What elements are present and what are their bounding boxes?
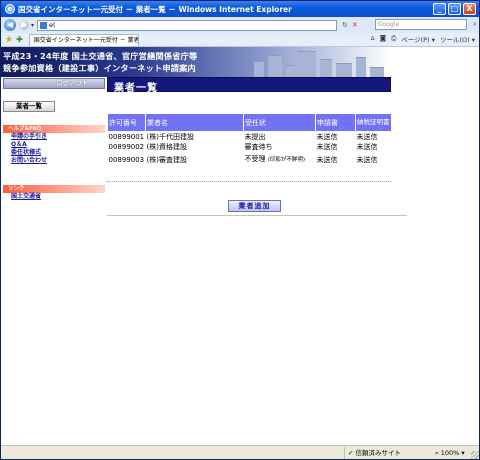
back-arrow-icon[interactable]: ◀ <box>4 19 16 31</box>
window-controls: _ □ X <box>433 3 476 15</box>
status-bar: ✔ 信頼済みサイト ⌕ 100% ▾ <box>1 445 479 459</box>
check-icon: ✔ <box>348 449 354 457</box>
table-divider <box>107 181 391 182</box>
column-header-tax: 納税証明書 <box>355 113 392 132</box>
page-menu[interactable]: ページ(P) ▾ <box>401 34 435 44</box>
stop-icon[interactable]: ✕ <box>352 21 358 29</box>
link-header: リンク <box>3 185 105 193</box>
title-bar: e 国交省インターネット一元受付 － 業者一覧 － Windows Intern… <box>1 1 479 17</box>
address-actions: ↻ ✕ <box>342 21 358 29</box>
zoom-icon: ⌕ <box>435 449 439 457</box>
application-status: 未送信 <box>316 143 338 151</box>
help-section: ヘルプ&FAQ 申請の手引き Q＆A 委任状様式 お問い合わせ <box>3 125 105 165</box>
company-name[interactable]: (株)千代田建設 <box>146 132 244 143</box>
company-name[interactable]: (株)審査建設 <box>146 152 244 168</box>
page-title-bar: 業者一覧 <box>107 77 391 94</box>
status: 未提出 <box>244 133 266 141</box>
print-icon[interactable]: ⎙ <box>391 34 396 44</box>
zoom-control[interactable]: ⌕ 100% ▾ <box>435 447 465 459</box>
permit-no: 00899002 <box>108 143 145 151</box>
forward-arrow-icon[interactable]: ▶ <box>19 20 29 30</box>
sidebar-link-contact[interactable]: お問い合わせ <box>3 157 105 165</box>
application-status: 未送信 <box>316 133 338 141</box>
tax-cert-status: 未送信 <box>356 133 378 141</box>
permit-no: 00899001 <box>108 133 145 141</box>
status-cell: 不受理 (印影が不鮮明) <box>244 152 316 168</box>
status-note: (印影が不鮮明) <box>267 157 306 163</box>
sidebar-current-section[interactable]: 業者一覧 <box>3 101 55 112</box>
ie-icon: e <box>5 4 15 14</box>
feeds-icon[interactable]: ◙ <box>380 34 386 44</box>
company-name[interactable]: (株)資格建設 <box>146 142 244 152</box>
favorites-star-icon[interactable]: ★ <box>5 35 13 45</box>
column-header-permit: 許可番号 <box>107 113 146 132</box>
column-header-company: 業者名 <box>145 113 244 132</box>
banner-line-2: 競争参加資格（建設工事）インターネット申請案内 <box>3 63 196 73</box>
column-header-status: 受任状 <box>243 113 316 132</box>
close-button[interactable]: X <box>463 3 476 15</box>
sidebar-link-guide[interactable]: 申請の手引き <box>3 133 105 141</box>
page-content: 平成23・24年度 国土交通省、官庁営繕関係省庁等 競争参加資格（建設工事）イン… <box>1 47 479 445</box>
contractor-table: 許可番号 業者名 受任状 申請書 納税証明書 00899001 (株)千代田建設… <box>107 113 392 168</box>
site-banner: 平成23・24年度 国土交通省、官庁営繕関係省庁等 競争参加資格（建設工事）イン… <box>1 47 246 77</box>
zone-label: 信頼済みサイト <box>355 449 402 457</box>
tab-current[interactable]: 国交省インターネット一元受付 － 業者一覧 <box>28 33 139 46</box>
banner-line-1: 平成23・24年度 国土交通省、官庁営繕関係省庁等 <box>3 51 198 61</box>
window-title: 国交省インターネット一元受付 － 業者一覧 － Windows Internet… <box>18 4 292 14</box>
status: 不受理 <box>244 155 266 163</box>
add-favorite-icon[interactable]: ✚ <box>16 35 23 44</box>
url-input[interactable]: e( <box>37 19 338 31</box>
table-row[interactable]: 00899001 (株)千代田建設 未提出 未送信 未送信 <box>108 132 392 143</box>
column-header-application: 申請書 <box>315 113 356 132</box>
status: 審査待ち <box>244 143 273 151</box>
tab-bar: ★ ✚ 国交省インターネット一元受付 － 業者一覧 ⌂ ◙ ⎙ ページ(P) ▾… <box>1 33 479 47</box>
logout-button[interactable]: ログアウト <box>3 78 105 89</box>
table-row[interactable]: 00899003 (株)審査建設 不受理 (印影が不鮮明) 未送信 未送信 <box>108 152 392 168</box>
tools-menu[interactable]: ツール(O) ▾ <box>440 34 475 44</box>
content-divider <box>107 215 407 216</box>
link-section: リンク 国土交通省 <box>3 185 105 201</box>
application-status: 未送信 <box>316 155 338 164</box>
address-bar: ◀ ▶ ▾ e( ↻ ✕ Google ⌕ <box>1 17 479 33</box>
tax-cert-status: 未送信 <box>356 143 378 151</box>
skyline-image <box>246 47 391 77</box>
refresh-icon[interactable]: ↻ <box>342 21 348 29</box>
table-row[interactable]: 00899002 (株)資格建設 審査待ち 未送信 未送信 <box>108 142 392 152</box>
table-header-row: 許可番号 業者名 受任状 申請書 納税証明書 <box>107 113 392 132</box>
page-title: 業者一覧 <box>114 83 158 94</box>
tax-cert-status: 未送信 <box>356 155 378 164</box>
sidebar-link-faq[interactable]: Q＆A <box>3 141 105 149</box>
search-input[interactable]: Google <box>375 19 467 30</box>
sidebar-link-mlit[interactable]: 国土交通省 <box>3 193 105 201</box>
page-icon <box>40 21 48 29</box>
search-icon[interactable]: ⌕ <box>473 20 477 29</box>
command-bar: ⌂ ◙ ⎙ ページ(P) ▾ ツール(O) ▾ <box>371 34 475 44</box>
url-text: e( <box>49 20 56 29</box>
minimize-button[interactable]: _ <box>433 3 446 15</box>
history-dropdown-icon[interactable]: ▾ <box>31 22 34 29</box>
sidebar-link-form[interactable]: 委任状様式 <box>3 149 105 157</box>
maximize-button[interactable]: □ <box>448 3 461 15</box>
browser-window: e 国交省インターネット一元受付 － 業者一覧 － Windows Intern… <box>0 0 480 460</box>
permit-no: 00899003 <box>108 155 145 164</box>
security-zone: ✔ 信頼済みサイト <box>344 447 401 459</box>
add-contractor-button[interactable]: 業者追加 <box>228 200 281 212</box>
help-header: ヘルプ&FAQ <box>3 125 105 133</box>
resize-grip-icon[interactable] <box>471 451 479 459</box>
zoom-level: 100% <box>440 449 460 457</box>
home-icon[interactable]: ⌂ <box>371 34 375 44</box>
